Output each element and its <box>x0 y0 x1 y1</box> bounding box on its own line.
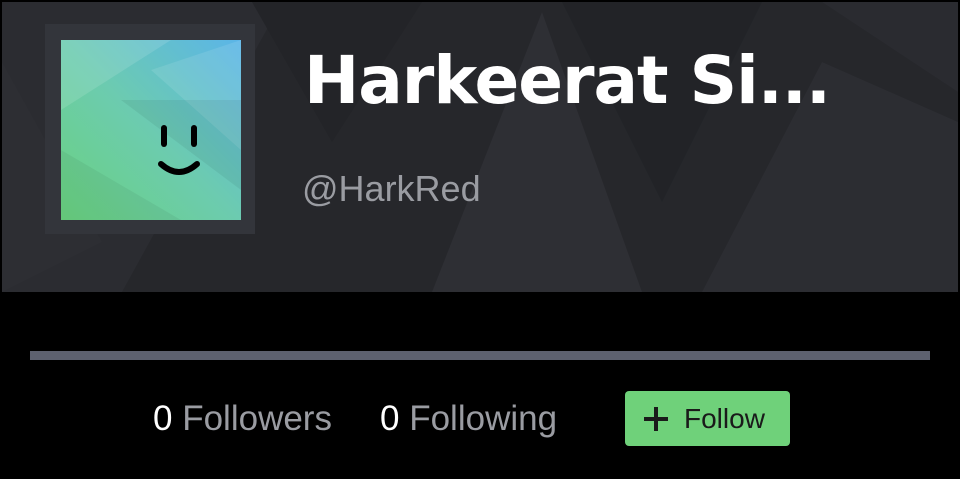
follow-label: Follow <box>684 403 765 434</box>
plus-icon <box>644 407 668 431</box>
following-label: Following <box>409 399 558 438</box>
followers-label: Followers <box>182 399 332 438</box>
avatar-frame <box>45 24 255 234</box>
followers-count: 0 <box>153 399 173 438</box>
following-count: 0 <box>380 399 400 438</box>
profile-banner: Harkeerat Si... @HarkRed <box>2 2 958 292</box>
followers-stat[interactable]: 0 Followers <box>153 399 332 439</box>
divider <box>30 351 930 360</box>
avatar[interactable] <box>61 40 241 220</box>
follow-button[interactable]: Follow <box>625 391 790 446</box>
profile-handle: @HarkRed <box>302 168 481 209</box>
following-stat[interactable]: 0 Following <box>380 399 557 439</box>
profile-name: Harkeerat Si... <box>304 42 831 119</box>
